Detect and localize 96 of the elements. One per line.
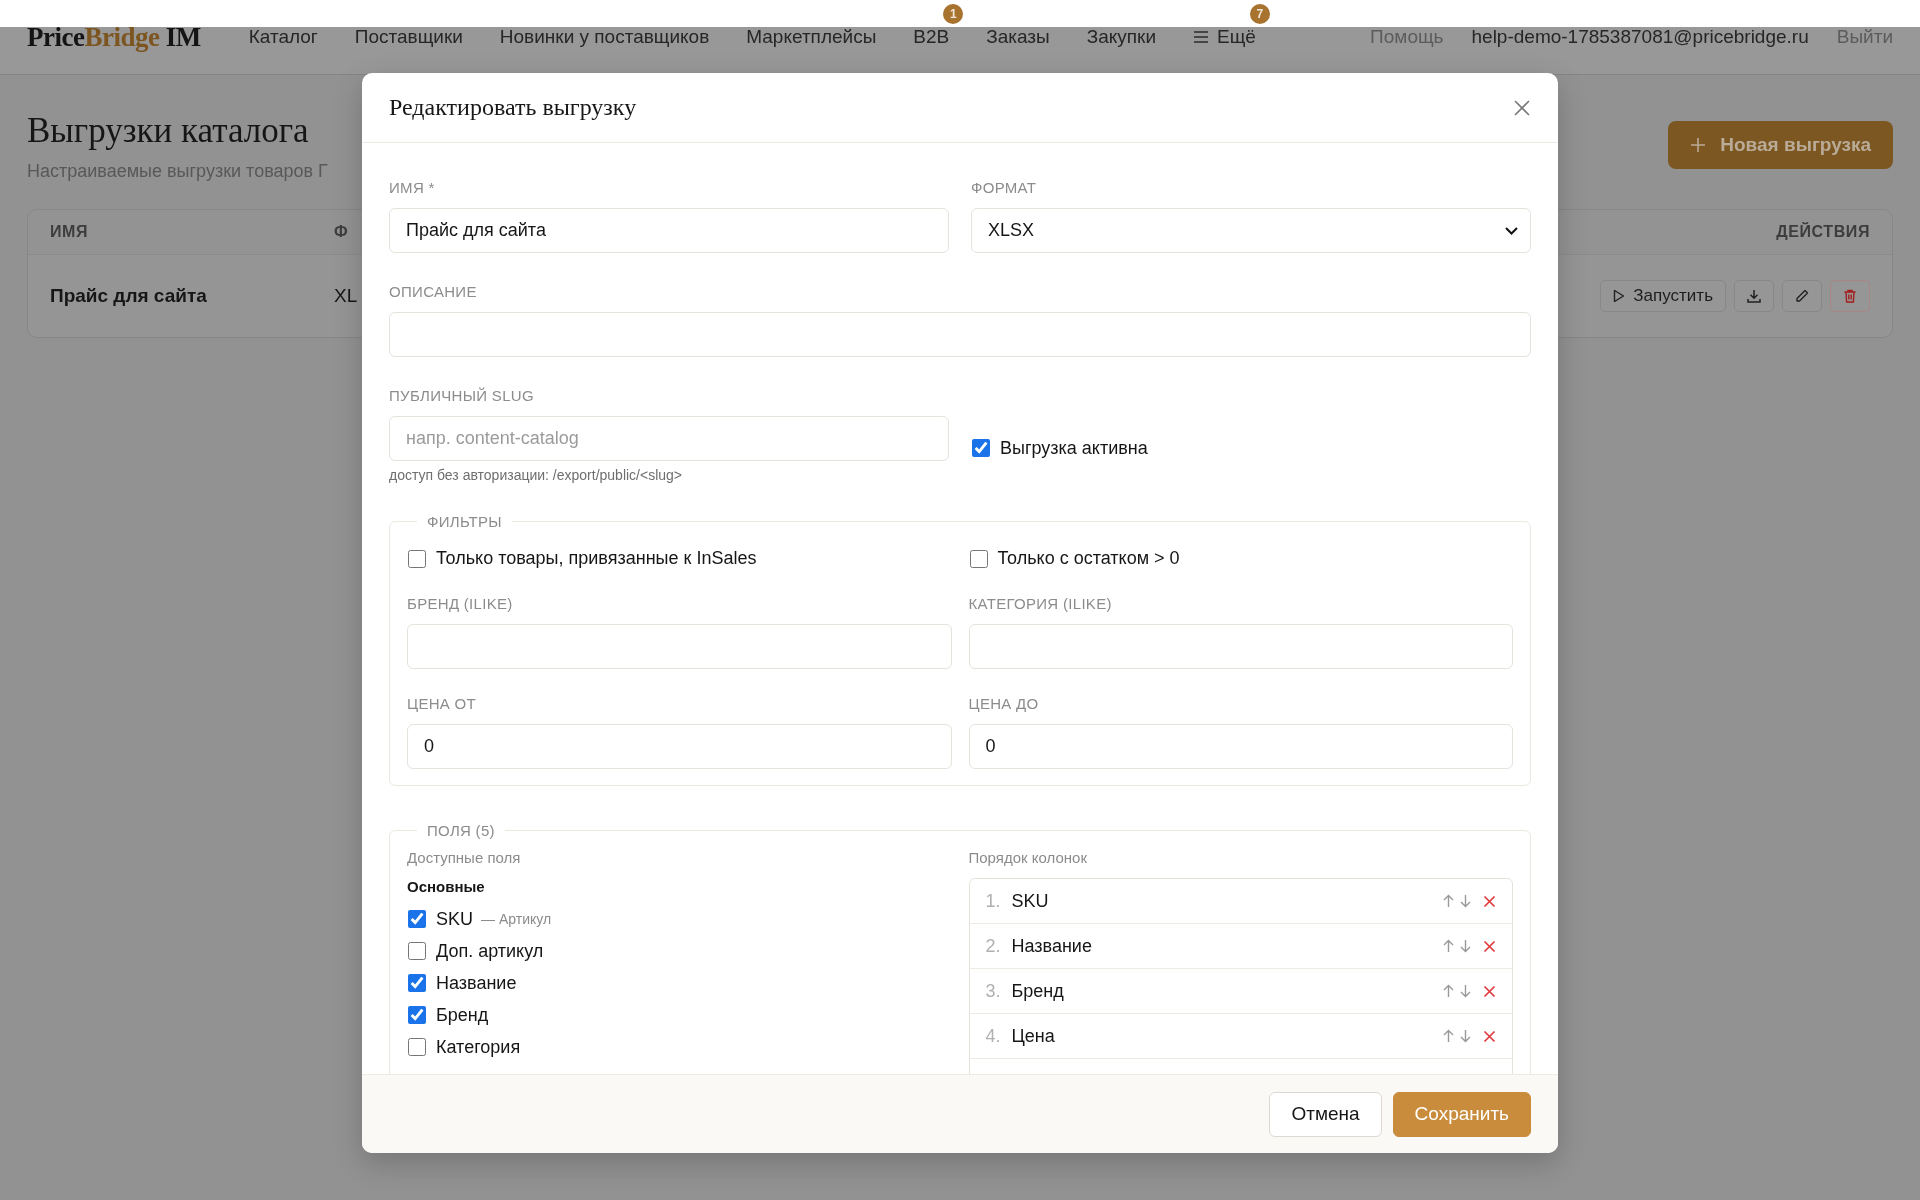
checkbox[interactable] xyxy=(408,942,426,960)
checkbox[interactable] xyxy=(408,1038,426,1056)
column-header: ИМЯ xyxy=(50,223,90,241)
table-cell: XL xyxy=(334,285,358,307)
row-number: 2. xyxy=(985,935,1002,957)
checkbox-label: SKU xyxy=(436,908,473,930)
arrow-down-icon[interactable] xyxy=(1460,984,1471,998)
column-title: Доступные поля xyxy=(407,849,522,866)
checkbox-label: Только товары, привязанные к InSales xyxy=(436,548,757,569)
arrow-up-icon[interactable] xyxy=(1443,984,1454,998)
table-cell-text: Прайс для сайта xyxy=(50,285,208,307)
checkbox-label: Выгрузка активна xyxy=(1000,437,1148,459)
remove-icon[interactable] xyxy=(1483,894,1496,908)
save-button[interactable]: Сохранить xyxy=(1392,1091,1531,1137)
checkbox-label: Категория xyxy=(436,1036,521,1058)
field-label: ЦЕНА ДО xyxy=(968,695,1040,712)
input-field[interactable] xyxy=(407,624,952,669)
nav-link[interactable]: Новинки у поставщиков xyxy=(499,26,710,48)
input-field[interactable] xyxy=(389,312,1531,357)
column-order-row[interactable]: 1. SKU xyxy=(969,879,1512,924)
download-button[interactable] xyxy=(1734,280,1774,312)
field-label: БРЕНД (ILIKE) xyxy=(407,595,514,612)
checkbox[interactable] xyxy=(408,910,426,928)
section-legend: ФИЛЬТРЫ xyxy=(417,513,512,530)
column-name: SKU xyxy=(1011,890,1049,912)
field-label: ИМЯ * xyxy=(389,179,436,196)
edit-button[interactable] xyxy=(1782,280,1822,312)
column-title: Порядок колонок xyxy=(968,849,1088,866)
field-label: ОПИСАНИЕ xyxy=(389,283,478,300)
column-order-row[interactable]: 2. Название xyxy=(969,924,1512,969)
checkbox[interactable] xyxy=(408,974,426,992)
chevron-icon xyxy=(1505,226,1518,235)
input-field[interactable]: Прайс для сайта xyxy=(389,208,949,253)
logo[interactable]: PriceBridge IM xyxy=(27,21,201,53)
trash-icon xyxy=(1842,288,1858,304)
checkbox-label: Бренд xyxy=(436,1004,489,1026)
nav-link[interactable]: Закупки xyxy=(1086,26,1157,48)
count-badge: 7 xyxy=(1249,4,1270,24)
new-export-button[interactable]: Новая выгрузка xyxy=(1668,121,1893,169)
column-name: Название xyxy=(1011,935,1092,957)
count-badge: 1 xyxy=(943,4,964,24)
dialog-title: Редактировать выгрузку xyxy=(389,94,637,121)
column-order-row[interactable]: 4. Цена xyxy=(969,1014,1512,1059)
page-subtitle: Настраиваемые выгрузки товаров Г xyxy=(27,161,328,182)
run-button[interactable]: Запустить xyxy=(1600,280,1726,312)
arrow-down-icon[interactable] xyxy=(1460,894,1471,908)
input-field[interactable]: напр. content-catalog xyxy=(389,416,949,461)
checkbox-label: Только с остатком > 0 xyxy=(997,548,1180,569)
checkbox[interactable] xyxy=(408,549,426,568)
checkbox-label: Название xyxy=(436,972,517,994)
hint-text: доступ без авторизации: /export/public/<slug> xyxy=(389,467,684,483)
input-field[interactable]: 0 xyxy=(407,724,952,769)
arrow-up-icon[interactable] xyxy=(1443,1029,1454,1043)
field-label: КАТЕГОРИЯ (ILIKE) xyxy=(968,595,1113,612)
delete-button[interactable] xyxy=(1830,280,1870,312)
remove-icon[interactable] xyxy=(1483,984,1496,998)
play-icon xyxy=(1613,289,1626,303)
field-label: ПУБЛИЧНЫЙ SLUG xyxy=(389,387,535,404)
group-title: Основные xyxy=(407,878,486,895)
field-label: ФОРМАТ xyxy=(971,179,1038,196)
arrow-up-icon[interactable] xyxy=(1443,894,1454,908)
field-label: ЦЕНА ОТ xyxy=(407,695,478,712)
arrow-down-icon[interactable] xyxy=(1460,939,1471,953)
column-order-row[interactable]: 3. Бренд xyxy=(969,969,1512,1014)
row-number: 1. xyxy=(985,890,1002,912)
menu-icon xyxy=(1193,30,1210,44)
column-name: Бренд xyxy=(1011,980,1064,1002)
checkbox[interactable] xyxy=(972,439,990,457)
arrow-down-icon[interactable] xyxy=(1460,1029,1471,1043)
column-header: ДЕЙСТВИЯ xyxy=(1776,223,1870,241)
close-icon[interactable] xyxy=(1513,98,1531,117)
input-field[interactable] xyxy=(968,624,1513,669)
nav-link[interactable]: Каталог xyxy=(248,26,318,48)
arrow-up-icon[interactable] xyxy=(1443,939,1454,953)
format-select[interactable]: XLSX xyxy=(971,208,1531,253)
checkbox[interactable] xyxy=(969,549,988,568)
page-title: Выгрузки каталога xyxy=(27,111,310,151)
plus-icon xyxy=(1690,137,1707,153)
user-email: help-demo-1785387081@pricebridge.ru xyxy=(1471,26,1809,48)
cancel-button[interactable]: Отмена xyxy=(1269,1091,1382,1137)
checkbox[interactable] xyxy=(408,1006,426,1024)
nav-link[interactable]: Маркетплейсы xyxy=(746,26,877,48)
row-number: 3. xyxy=(985,980,1002,1002)
column-name: Цена xyxy=(1011,1025,1055,1047)
section-legend: ПОЛЯ (5) xyxy=(417,822,505,839)
checkbox-label: Доп. артикул xyxy=(436,940,544,962)
download-icon xyxy=(1746,288,1762,304)
input-field[interactable]: 0 xyxy=(968,724,1513,769)
column-header: Ф xyxy=(334,223,349,241)
nav-link[interactable]: Заказы xyxy=(986,26,1050,48)
row-number: 4. xyxy=(985,1025,1002,1047)
nav-link[interactable]: Поставщики xyxy=(354,26,463,48)
remove-icon[interactable] xyxy=(1483,939,1496,953)
field-note: — Артикул xyxy=(481,911,552,927)
remove-icon[interactable] xyxy=(1483,1029,1496,1043)
pencil-icon xyxy=(1794,288,1810,304)
